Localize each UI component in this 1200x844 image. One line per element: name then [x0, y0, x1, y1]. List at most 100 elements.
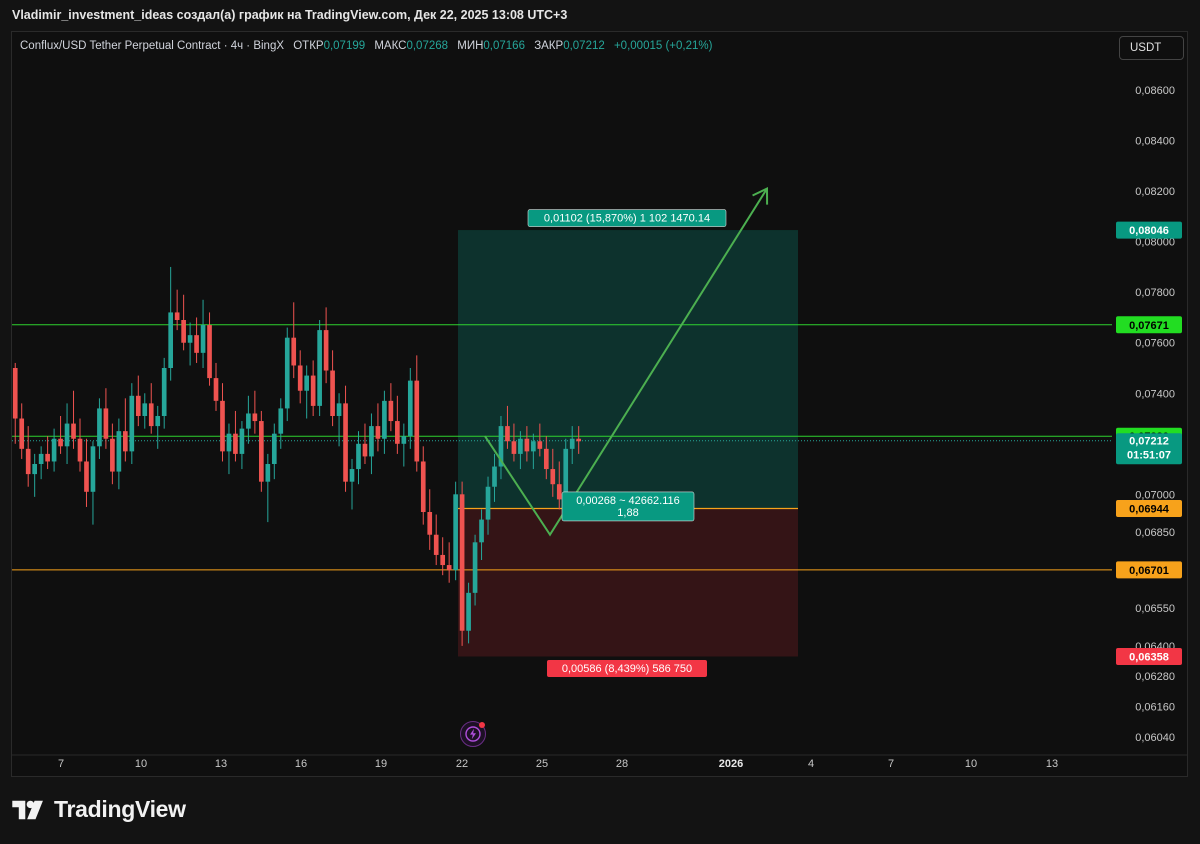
notification-dot: [479, 722, 485, 728]
price-tag-entry: 0,06944: [1129, 503, 1170, 515]
candle-body: [220, 400, 225, 452]
candle-body: [19, 418, 25, 449]
flash-button[interactable]: [460, 721, 486, 747]
candle-body: [103, 408, 109, 439]
candle-body: [310, 375, 316, 406]
y-tick-label: 0,08600: [1135, 85, 1175, 97]
candle-body: [453, 494, 458, 571]
candle-body: [148, 403, 154, 427]
x-tick-label: 10: [135, 758, 147, 770]
candle-body: [375, 426, 381, 439]
close-value: 0,07212: [563, 40, 605, 52]
candle-body: [336, 403, 342, 416]
price-tag-stop: 0,06358: [1129, 652, 1169, 664]
candle-body: [343, 403, 348, 482]
stop-label[interactable]: 0,00586 (8,439%) 586 750: [547, 660, 707, 678]
candle-body: [187, 335, 193, 343]
x-tick-label: 22: [456, 758, 468, 770]
x-tick-label: 2026: [719, 758, 743, 770]
candle-body: [32, 464, 37, 475]
candle-body: [213, 378, 219, 401]
x-tick-label: 25: [536, 758, 548, 770]
candle-body: [142, 403, 148, 416]
candle-body: [51, 438, 57, 462]
stop-label-text: 0,00586 (8,439%) 586 750: [562, 663, 692, 675]
candle-body: [524, 438, 530, 452]
target-zone[interactable]: [458, 230, 798, 509]
candle-body: [174, 312, 180, 320]
candle-body: [265, 464, 271, 482]
candle-body: [556, 484, 562, 500]
currency-button[interactable]: USDT: [1119, 36, 1184, 60]
symbol-header: Conflux/USD Tether Perpetual Contract · …: [20, 40, 712, 52]
position-zones: [458, 230, 798, 657]
y-tick-label: 0,06160: [1135, 702, 1175, 714]
candle-body: [123, 431, 128, 452]
candle-body: [168, 312, 174, 368]
price-tag-target: 0,08046: [1129, 225, 1169, 237]
candle-body: [45, 453, 50, 462]
x-tick-label: 4: [808, 758, 814, 770]
candle-body: [259, 421, 264, 482]
candle-body: [446, 565, 452, 571]
candle-body: [369, 426, 374, 457]
open-value: 0,07199: [323, 40, 366, 52]
candle-body: [317, 330, 322, 406]
risk-reward-label-text: 1,88: [617, 507, 638, 519]
price-tag-current: 0,07212: [1129, 435, 1169, 447]
x-tick-label: 10: [965, 758, 977, 770]
candle-body: [226, 433, 232, 452]
candle-body: [433, 534, 439, 555]
x-tick-label: 13: [215, 758, 227, 770]
lightning-icon: [465, 726, 481, 742]
candle-body: [537, 441, 543, 449]
risk-reward-label[interactable]: 0,00268 ~ 42662.1161,88: [561, 491, 695, 522]
tradingview-logo-icon: [12, 800, 43, 819]
candle-body: [58, 438, 63, 447]
candle-body: [401, 436, 407, 444]
candle-body: [239, 428, 245, 454]
candle-body: [407, 380, 413, 437]
x-tick-label: 16: [295, 758, 307, 770]
candle-body: [64, 423, 70, 447]
close-label: ЗАКР: [534, 40, 564, 52]
candle-body: [161, 368, 167, 416]
candle-body: [569, 438, 575, 449]
candle-body: [362, 443, 368, 457]
candle-body: [84, 461, 89, 492]
price-tag-orange: 0,06701: [1129, 565, 1169, 577]
candle-body: [90, 446, 96, 492]
candle-body: [356, 443, 361, 470]
y-tick-label: 0,07600: [1135, 338, 1175, 350]
high-value: 0,07268: [406, 40, 449, 52]
price-axis: 0,088000,086000,084000,082000,080000,078…: [1116, 35, 1182, 744]
y-tick-label: 0,07800: [1135, 287, 1175, 299]
x-tick-label: 7: [58, 758, 64, 770]
price-tag-green-top: 0,07671: [1129, 320, 1169, 332]
stop-zone[interactable]: [458, 508, 798, 657]
candle-body: [414, 380, 420, 462]
candle-body: [388, 400, 394, 422]
candle-body: [518, 438, 523, 454]
candle-body: [466, 592, 471, 631]
y-tick-label: 0,06040: [1135, 732, 1175, 744]
candle-body: [71, 423, 76, 439]
candle-body: [349, 469, 355, 482]
candle-body: [181, 320, 186, 343]
brand[interactable]: TradingView: [12, 796, 186, 823]
open-label: ОТКР: [293, 40, 324, 52]
target-label[interactable]: 0,01102 (15,870%) 1 102 1470.14: [527, 209, 727, 227]
candle-body: [427, 512, 433, 535]
y-tick-label: 0,07000: [1135, 489, 1175, 501]
candle-body: [116, 431, 122, 472]
candle-body: [440, 554, 446, 566]
price-tag-current: 01:51:07: [1127, 449, 1171, 461]
candle-body: [97, 408, 102, 447]
y-tick-label: 0,08400: [1135, 136, 1175, 148]
candle-body: [304, 375, 310, 391]
time-axis: 7 10 13 16 19 22 25 28 2026 4 7 10 13: [12, 754, 1188, 770]
chart-canvas[interactable]: 0,01102 (15,870%) 1 102 1470.14 0,00268 ~…: [0, 0, 1200, 844]
candle-body: [395, 421, 400, 444]
candle-body: [271, 433, 277, 464]
risk-reward-label-text: 0,00268 ~ 42662.116: [576, 495, 679, 507]
